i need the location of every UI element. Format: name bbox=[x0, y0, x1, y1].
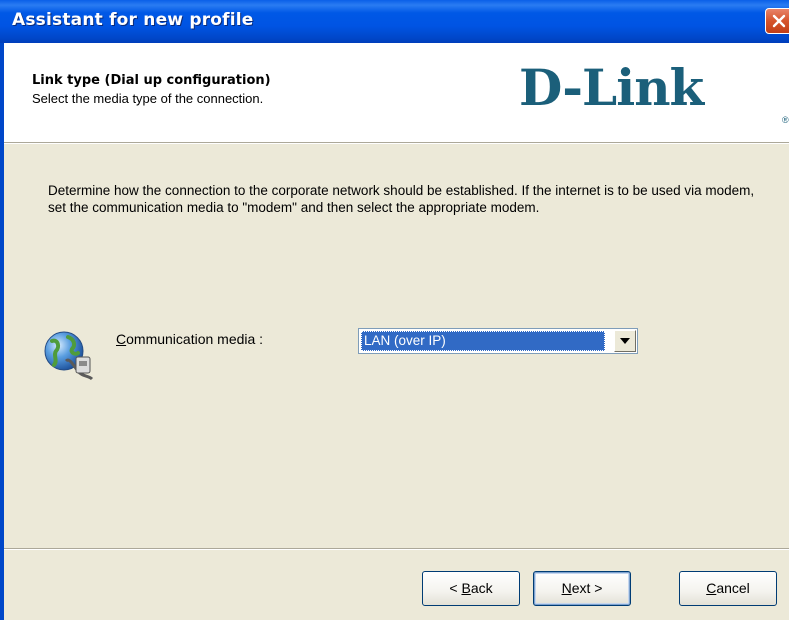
communication-media-select[interactable]: LAN (over IP) bbox=[358, 328, 638, 354]
footer-divider-highlight bbox=[4, 549, 789, 550]
back-button[interactable]: < Back bbox=[422, 571, 520, 606]
window-title: Assistant for new profile bbox=[12, 10, 254, 30]
instructions-text: Determine how the connection to the corp… bbox=[48, 183, 755, 215]
header-divider-highlight bbox=[4, 143, 789, 144]
next-button[interactable]: Next > bbox=[533, 571, 631, 606]
dropdown-button[interactable] bbox=[614, 330, 636, 352]
dlink-logo: D-Link bbox=[519, 58, 704, 117]
communication-media-label: Communication media : bbox=[116, 331, 264, 347]
communication-media-value: LAN (over IP) bbox=[361, 331, 605, 351]
registered-mark: ® bbox=[782, 115, 789, 125]
close-button[interactable] bbox=[765, 8, 789, 34]
step-subtitle: Select the media type of the connection. bbox=[32, 91, 264, 106]
dialog-window: Assistant for new profile Link type (Dia… bbox=[0, 0, 789, 620]
title-bar[interactable]: Assistant for new profile bbox=[0, 0, 789, 43]
wizard-header: Link type (Dial up configuration) Select… bbox=[4, 43, 789, 142]
cancel-button[interactable]: Cancel bbox=[679, 571, 777, 606]
step-title: Link type (Dial up configuration) bbox=[32, 73, 271, 88]
close-icon bbox=[772, 14, 786, 28]
network-globe-icon bbox=[42, 327, 98, 388]
chevron-down-icon bbox=[620, 338, 630, 344]
